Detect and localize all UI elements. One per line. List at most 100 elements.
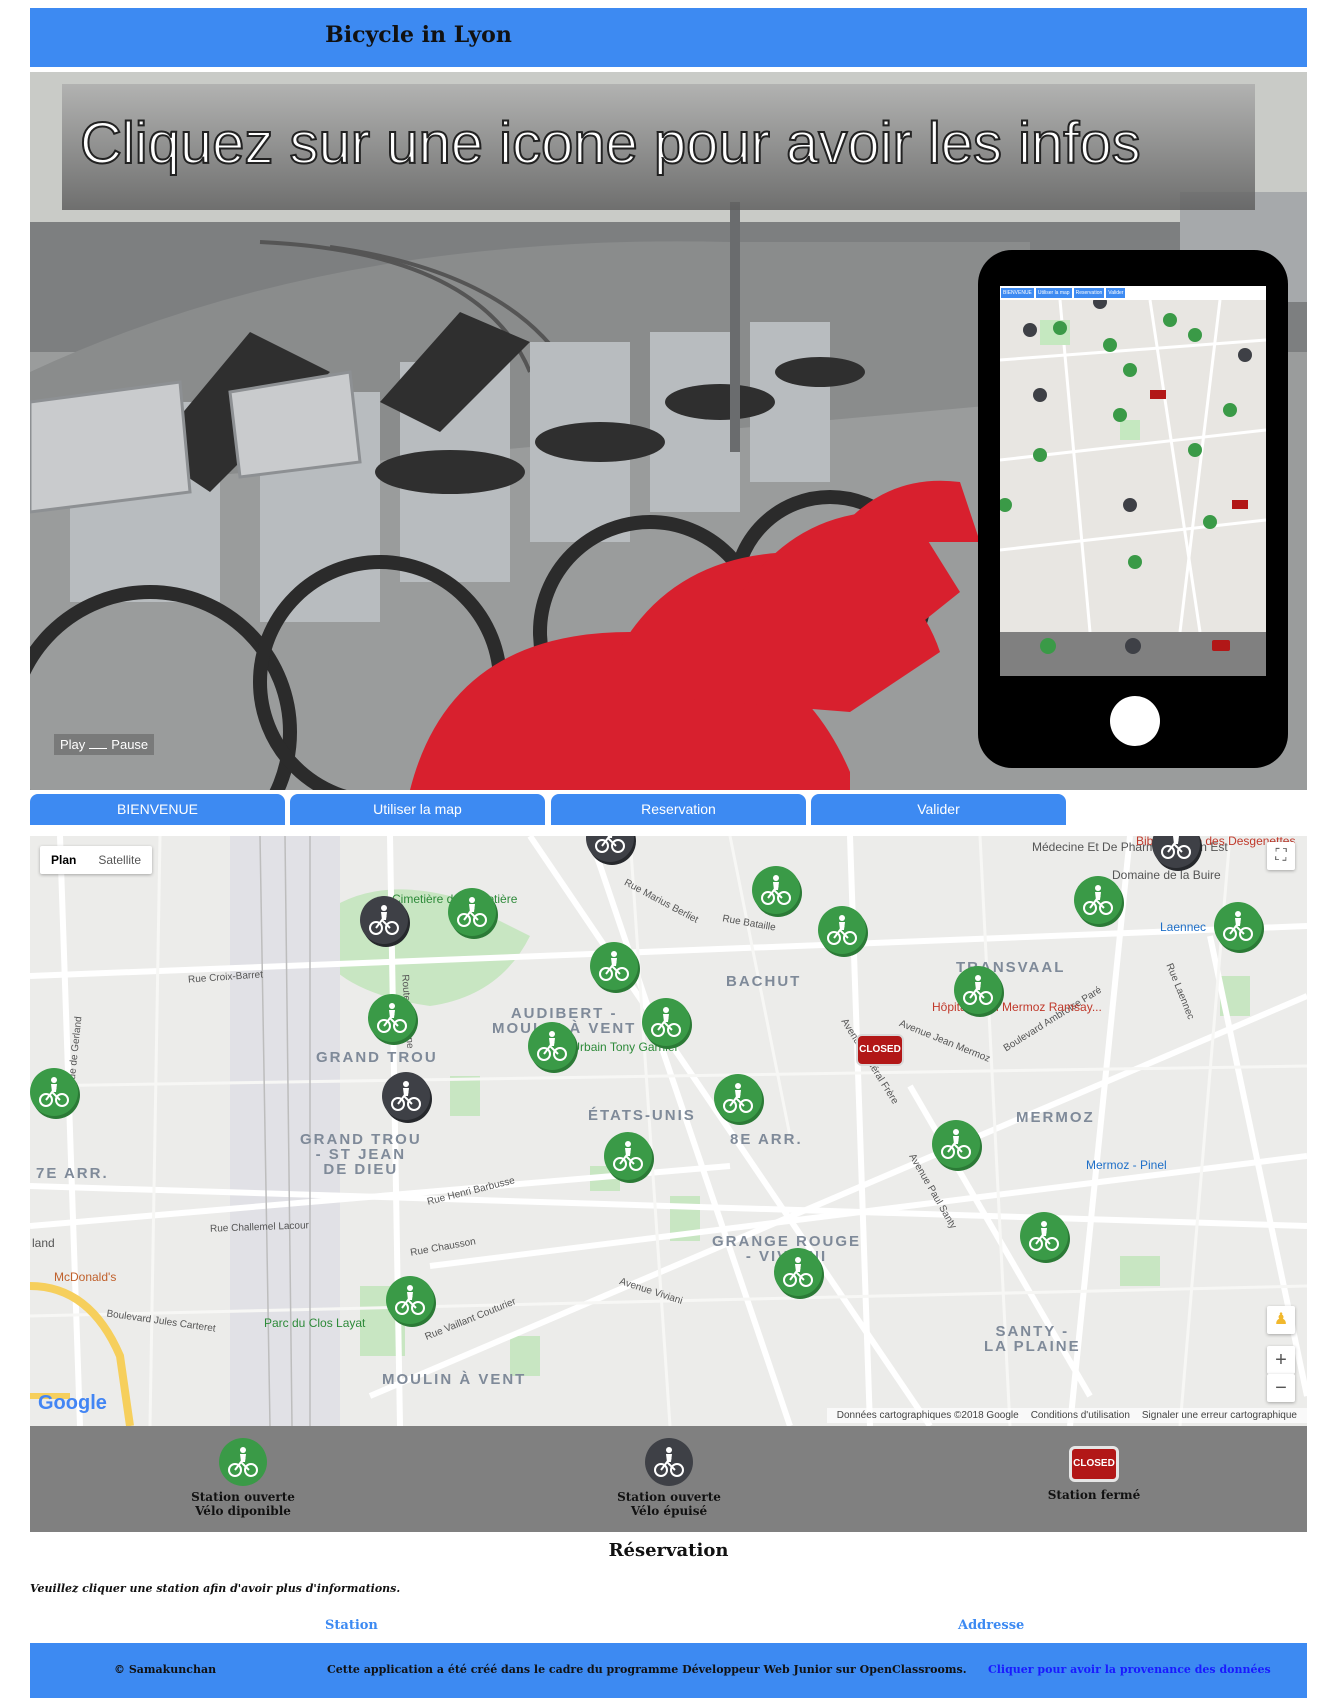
- phone-tab-bienvenue: BIENVENUE: [1001, 288, 1034, 298]
- poi-label: Laennec: [1160, 920, 1207, 934]
- app-header: Bicycle in Lyon: [30, 8, 1307, 67]
- zoom-out-button[interactable]: −: [1267, 1374, 1295, 1402]
- cyclist-icon: [537, 1031, 567, 1061]
- bike-station-available-icon: [219, 1438, 267, 1486]
- legend-line2: Vélo épuisé: [630, 1504, 708, 1518]
- district-label: BACHUT: [726, 973, 802, 990]
- phone-nav: BIENVENUE Utiliser la map Reservation Valid…: [1000, 286, 1266, 300]
- play-button[interactable]: Play: [60, 737, 85, 752]
- reservation-title: Réservation: [608, 1540, 729, 1561]
- map-type-satellite[interactable]: Satellite: [87, 846, 152, 874]
- reservation-section: Réservation Veuillez cliquer une station…: [30, 1540, 1307, 1640]
- legend-item-empty: Station ouverte Vélo épuisé: [569, 1438, 769, 1518]
- pegman-icon[interactable]: ♟: [1267, 1306, 1295, 1334]
- station-marker-empty[interactable]: [382, 1072, 430, 1120]
- legend-item-available: Station ouverte Vélo diponible: [143, 1438, 343, 1518]
- poi-label: Parc du Clos Layat: [264, 1316, 366, 1330]
- cyclist-icon: [1029, 1221, 1059, 1251]
- tab-valider[interactable]: Valider: [811, 794, 1066, 825]
- station-marker-available[interactable]: [1214, 902, 1262, 950]
- district-label: GRAND TROU: [316, 1049, 438, 1066]
- phone-tab-reservation: Reservation: [1073, 288, 1105, 298]
- district-label: GRAND TROU - ST JEAN DE DIEU: [300, 1131, 422, 1178]
- google-logo[interactable]: Google: [38, 1392, 107, 1415]
- tab-bienvenue[interactable]: BIENVENUE: [30, 794, 285, 825]
- zoom-in-button[interactable]: +: [1267, 1346, 1295, 1374]
- cyclist-icon: [395, 1285, 425, 1315]
- hero-slider: Cliquez sur une icone pour avoir les inf…: [30, 72, 1307, 790]
- cyclist-icon: [595, 836, 625, 853]
- data-source-link[interactable]: Cliquer pour avoir la provenance des don…: [988, 1663, 1271, 1676]
- station-marker-available[interactable]: [714, 1074, 762, 1122]
- station-marker-available[interactable]: [774, 1248, 822, 1296]
- station-marker-available[interactable]: [818, 906, 866, 954]
- station-marker-closed[interactable]: CLOSED: [856, 1034, 904, 1066]
- poi-label: land: [32, 1236, 55, 1250]
- map-attribution: Données cartographiques ©2018 Google Cond…: [826, 1408, 1307, 1423]
- cyclist-icon: [377, 1003, 407, 1033]
- cyclist-icon: [228, 1447, 258, 1477]
- map-data-credit[interactable]: Données cartographiques ©2018 Google: [837, 1410, 1019, 1421]
- cyclist-icon: [613, 1141, 643, 1171]
- cyclist-icon: [783, 1257, 813, 1287]
- reservation-hint: Veuillez cliquer une station afin d'avoi…: [30, 1582, 401, 1595]
- fullscreen-icon[interactable]: ⛶: [1267, 842, 1295, 870]
- station-marker-empty[interactable]: [586, 836, 634, 862]
- cyclist-icon: [1223, 911, 1253, 941]
- tab-utiliser-la-map[interactable]: Utiliser la map: [290, 794, 545, 825]
- station-marker-empty[interactable]: [360, 896, 408, 944]
- station-marker-available[interactable]: [1020, 1212, 1068, 1260]
- column-address: Addresse: [958, 1618, 1025, 1633]
- station-map[interactable]: BACHUT TRANSVAAL AUDIBERT - MOULIN À VEN…: [30, 836, 1307, 1426]
- station-marker-empty[interactable]: [1152, 836, 1200, 868]
- station-marker-available[interactable]: [954, 966, 1002, 1014]
- map-terms-link[interactable]: Conditions d'utilisation: [1031, 1410, 1130, 1421]
- main-tabs: BIENVENUE Utiliser la map Reservation Va…: [30, 794, 1307, 826]
- slider-caption: Cliquez sur une icone pour avoir les inf…: [79, 110, 1142, 177]
- footer-copyright: © Samakunchan: [114, 1663, 217, 1676]
- legend-line1: Station ouverte: [191, 1490, 295, 1504]
- station-marker-available[interactable]: [386, 1276, 434, 1324]
- map-tiles[interactable]: [30, 836, 1307, 1426]
- pause-button[interactable]: Pause: [111, 737, 148, 752]
- phone-tab-valider: Valider: [1106, 288, 1126, 298]
- map-report-link[interactable]: Signaler une erreur cartographique: [1142, 1410, 1297, 1421]
- district-label: MOULIN À VENT: [382, 1371, 527, 1388]
- cyclist-icon: [391, 1081, 421, 1111]
- station-marker-available[interactable]: [1074, 876, 1122, 924]
- cyclist-icon: [963, 975, 993, 1005]
- poi-label: McDonald's: [54, 1270, 117, 1284]
- cyclist-icon: [457, 897, 487, 927]
- cyclist-icon: [941, 1129, 971, 1159]
- poi-label: Domaine de la Buire: [1112, 868, 1221, 882]
- legend-item-closed: CLOSED Station fermé: [994, 1438, 1194, 1502]
- cyclist-icon: [651, 1007, 681, 1037]
- app-title: Bicycle in Lyon: [325, 22, 512, 48]
- station-marker-available[interactable]: [932, 1120, 980, 1168]
- slider-controls: Play Pause: [54, 734, 155, 755]
- station-marker-available[interactable]: [604, 1132, 652, 1180]
- controls-separator: [89, 748, 108, 749]
- bike-station-empty-icon: [645, 1438, 693, 1486]
- phone-tab-map: Utiliser la map: [1035, 288, 1072, 298]
- station-marker-available[interactable]: [368, 994, 416, 1042]
- map-legend: Station ouverte Vélo diponible Station o…: [30, 1426, 1307, 1532]
- station-marker-available[interactable]: [448, 888, 496, 936]
- station-marker-available[interactable]: [642, 998, 690, 1046]
- google-logo-text: Google: [38, 1392, 107, 1414]
- cyclist-icon: [1161, 836, 1191, 859]
- phone-mini-legend: [1000, 632, 1266, 676]
- tab-reservation[interactable]: Reservation: [551, 794, 806, 825]
- station-marker-available[interactable]: [30, 1068, 78, 1116]
- station-marker-available[interactable]: [528, 1022, 576, 1070]
- district-label: SANTY - LA PLAINE: [984, 1323, 1081, 1355]
- station-closed-icon: CLOSED: [1069, 1446, 1119, 1482]
- station-marker-available[interactable]: [590, 942, 638, 990]
- station-marker-available[interactable]: [752, 866, 800, 914]
- footer-note: Cette application a été créé dans le cad…: [327, 1663, 967, 1676]
- district-label: ÉTATS-UNIS: [588, 1107, 696, 1124]
- cyclist-icon: [723, 1083, 753, 1113]
- map-type-plan[interactable]: Plan: [40, 846, 87, 874]
- cyclist-icon: [827, 915, 857, 945]
- phone-screen: BIENVENUE Utiliser la map Reservation Valid…: [1000, 286, 1266, 676]
